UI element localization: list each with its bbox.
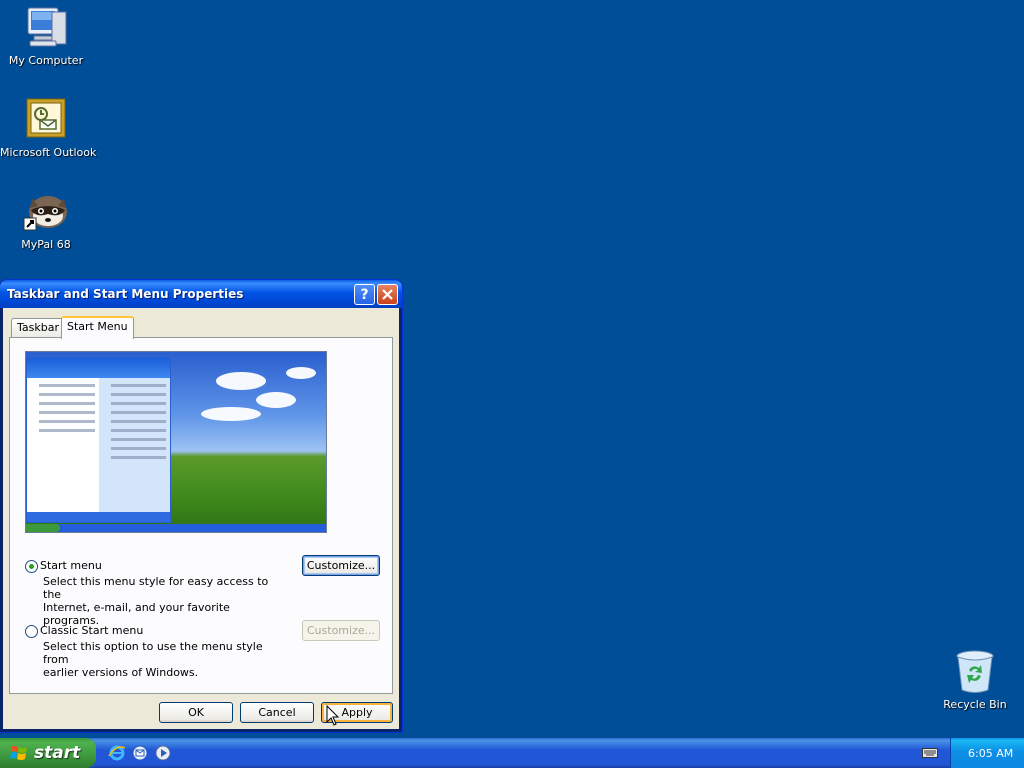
taskbar: start 6:05 AM xyxy=(0,738,1024,768)
description-line: earlier versions of Windows. xyxy=(43,666,199,679)
dialog-titlebar[interactable]: Taskbar and Start Menu Properties ? xyxy=(0,280,402,308)
dialog-title: Taskbar and Start Menu Properties xyxy=(7,287,244,301)
classic-start-menu-radio[interactable] xyxy=(25,625,38,638)
ok-button[interactable]: OK xyxy=(159,702,233,723)
cancel-button[interactable]: Cancel xyxy=(240,702,314,723)
tab-taskbar[interactable]: Taskbar xyxy=(11,318,65,337)
classic-start-menu-description: Select this option to use the menu style… xyxy=(43,640,283,679)
start-button[interactable]: start xyxy=(0,738,96,768)
desktop-icon-label: My Computer xyxy=(8,54,84,67)
recycle-bin-icon xyxy=(956,650,994,693)
outlook-express-icon[interactable] xyxy=(131,744,149,762)
start-menu-radio[interactable] xyxy=(25,560,38,573)
desktop-icon-my-computer[interactable]: My Computer xyxy=(0,4,92,67)
help-icon: ? xyxy=(360,287,369,303)
description-line: Select this option to use the menu style… xyxy=(43,640,263,666)
desktop-icon-microsoft-outlook[interactable]: Microsoft Outlook xyxy=(0,96,97,159)
tab-start-menu[interactable]: Start Menu xyxy=(61,316,134,339)
clock[interactable]: 6:05 AM xyxy=(968,747,1013,760)
system-tray: 6:05 AM xyxy=(950,738,1024,768)
taskbar-properties-dialog: Taskbar and Start Menu Properties ? Task… xyxy=(0,280,402,732)
mouse-cursor-icon xyxy=(326,705,340,726)
start-menu-description: Select this menu style for easy access t… xyxy=(43,575,283,627)
start-menu-radio-label[interactable]: Start menu xyxy=(40,559,102,572)
keyboard-icon[interactable] xyxy=(922,748,938,758)
start-label: start xyxy=(34,743,81,763)
desktop-icon-label: Microsoft Outlook xyxy=(0,146,97,159)
classic-start-menu-radio-label[interactable]: Classic Start menu xyxy=(40,624,143,637)
desktop-icon-recycle-bin[interactable]: Recycle Bin xyxy=(929,648,1021,711)
dialog-client-area: Taskbar Start Menu Start menu Select thi… xyxy=(3,308,399,729)
internet-explorer-icon[interactable] xyxy=(108,744,126,762)
customize-classic-menu-button[interactable]: Customize... xyxy=(302,620,380,641)
desktop-icon-mypal[interactable]: MyPal 68 xyxy=(0,188,92,251)
computer-icon xyxy=(27,7,67,47)
description-line: Select this menu style for easy access t… xyxy=(43,575,269,601)
customize-start-menu-button[interactable]: Customize... xyxy=(302,555,380,576)
preview-start-menu xyxy=(26,357,171,523)
close-button[interactable] xyxy=(377,284,398,305)
media-player-icon[interactable] xyxy=(154,744,172,762)
desktop-icon-label: Recycle Bin xyxy=(943,698,1007,711)
desktop-icon-label: MyPal 68 xyxy=(21,238,71,251)
outlook-icon xyxy=(26,98,66,138)
mypal-raccoon-icon xyxy=(23,196,67,231)
start-menu-tab-panel: Start menu Select this menu style for ea… xyxy=(9,337,393,694)
tab-label: Start Menu xyxy=(67,320,128,333)
windows-flag-icon xyxy=(10,746,27,760)
tab-label: Taskbar xyxy=(17,321,59,334)
start-menu-preview-image xyxy=(25,351,327,533)
help-button[interactable]: ? xyxy=(354,284,375,305)
close-icon xyxy=(382,289,393,300)
